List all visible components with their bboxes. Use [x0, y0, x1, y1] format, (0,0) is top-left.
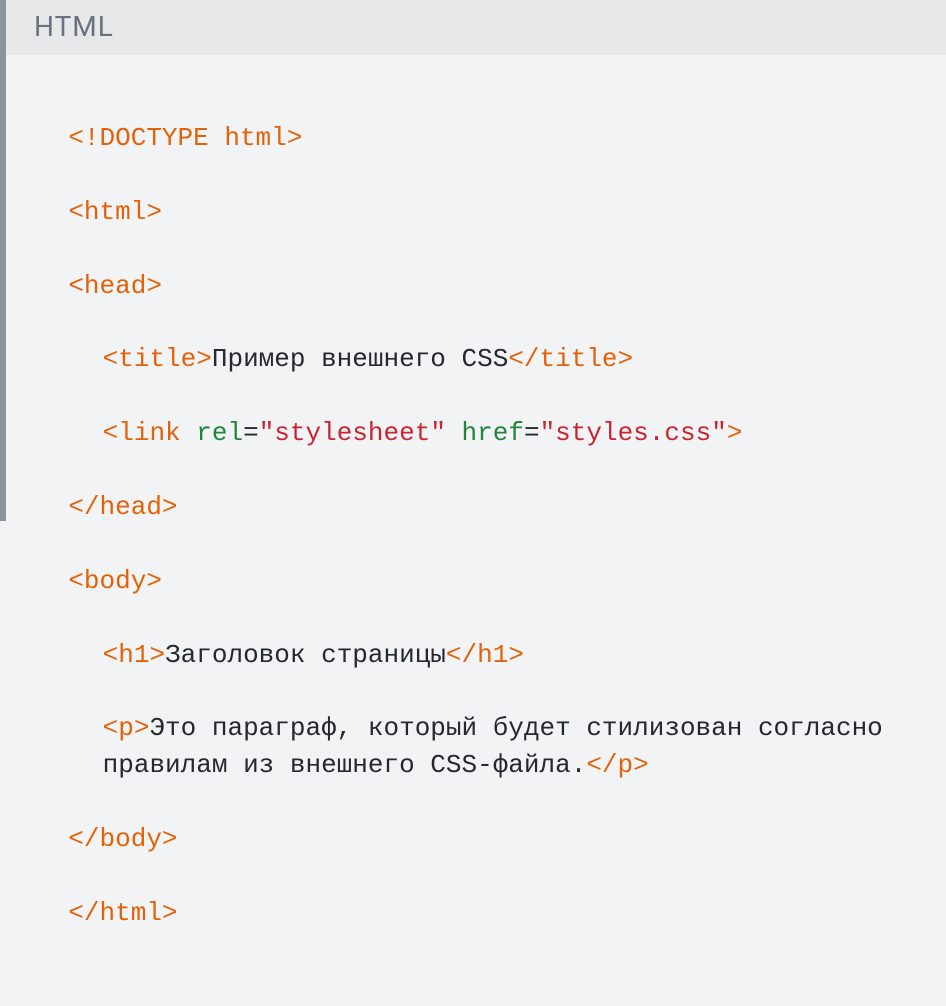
href-val: "styles.css" — [540, 418, 727, 448]
code-block-header: HTML — [6, 0, 946, 55]
doctype-open: <!DOCTYPE — [68, 123, 224, 153]
link-close-tag: > — [727, 418, 743, 448]
h1-text: Заголовок страницы — [165, 640, 446, 670]
doctype-name: html — [224, 123, 286, 153]
href-eq: = — [524, 418, 540, 448]
title-open-tag: <title> — [103, 344, 212, 374]
link-open-tag: <link — [103, 418, 181, 448]
code-language-label: HTML — [34, 10, 114, 43]
h1-open-tag: <h1> — [103, 640, 165, 670]
p-close-tag: </p> — [586, 750, 648, 780]
rel-eq: = — [243, 418, 259, 448]
rel-val: "stylesheet" — [259, 418, 446, 448]
html-close-tag: </html> — [68, 898, 177, 928]
body-open-tag: <body> — [68, 566, 162, 596]
p-open-tag: <p> — [103, 713, 150, 743]
head-close-tag: </head> — [68, 492, 177, 522]
body-close-tag: </body> — [68, 824, 177, 854]
href-attr: href — [462, 418, 524, 448]
doctype-close: > — [287, 123, 303, 153]
code-content: <!DOCTYPE html> <html> <head> <title>При… — [6, 55, 946, 1006]
h1-close-tag: </h1> — [446, 640, 524, 670]
title-close-tag: </title> — [508, 344, 633, 374]
html-open-tag: <html> — [68, 197, 162, 227]
head-open-tag: <head> — [68, 271, 162, 301]
p-text: Это параграф, который будет стилизован с… — [103, 713, 899, 780]
title-text: Пример внешнего CSS — [212, 344, 508, 374]
code-block-container: HTML <!DOCTYPE html> <html> <head> <titl… — [0, 0, 946, 521]
rel-attr: rel — [196, 418, 243, 448]
